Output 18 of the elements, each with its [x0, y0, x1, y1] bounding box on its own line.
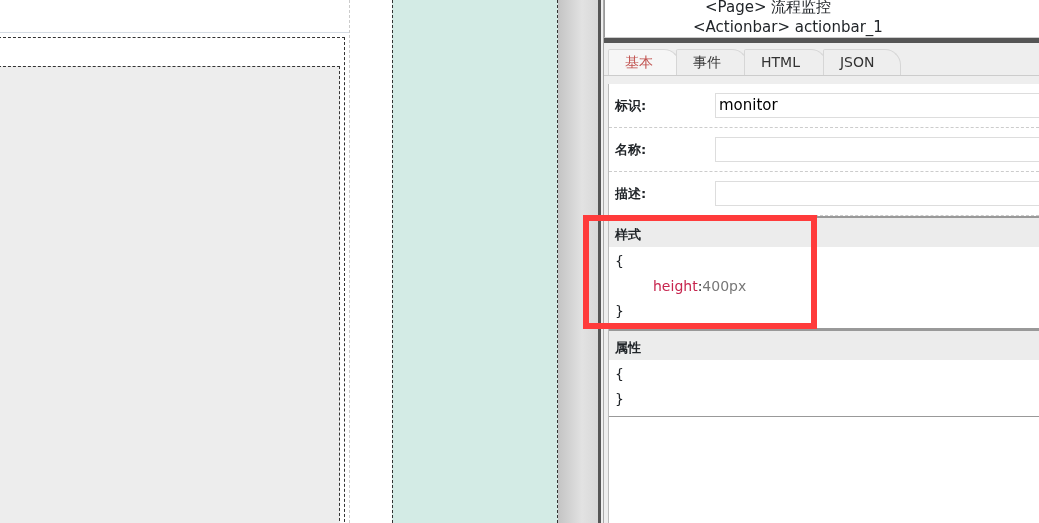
code-line: { [615, 364, 625, 384]
tree-item[interactable]: <Actionbar> actionbar_1 [693, 17, 1039, 37]
property-name: height [653, 277, 698, 294]
section-header: 属性 [609, 328, 1039, 360]
code-colon: : [697, 277, 703, 294]
code-line: { [615, 251, 625, 271]
code-line: } [615, 389, 625, 409]
tree-item[interactable]: <Page> 流程监控 [705, 0, 1039, 17]
tab[interactable]: JSON [822, 48, 902, 75]
input-field[interactable] [715, 180, 1039, 206]
field-label: 名称: [615, 140, 648, 159]
property-value: 400px [702, 277, 747, 294]
input-field[interactable] [715, 136, 1039, 162]
splitter-bar[interactable] [558, 0, 598, 523]
input-field[interactable]: monitor [715, 92, 1039, 118]
field-label: 描述: [615, 184, 648, 203]
field-label: 标识: [615, 96, 648, 115]
code-line: } [615, 301, 625, 321]
